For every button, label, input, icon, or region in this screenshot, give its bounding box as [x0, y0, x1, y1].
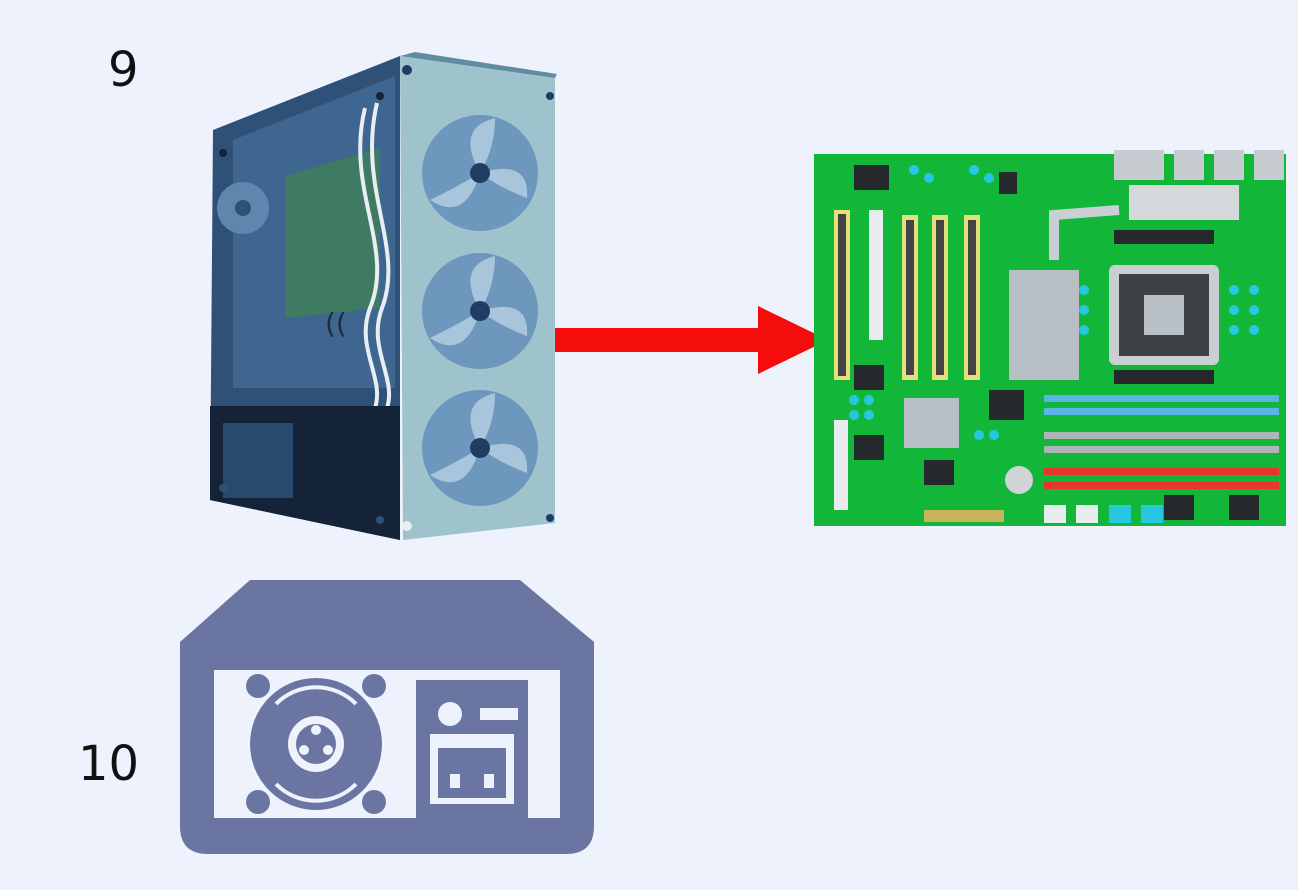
power-supply-icon — [180, 580, 594, 854]
svg-text:((: (( — [325, 307, 347, 340]
motherboard-illustration — [814, 150, 1286, 526]
step-number-9: 9 — [108, 42, 139, 98]
step-number-10: 10 — [78, 736, 140, 792]
pc-case-illustration: (( — [210, 52, 557, 540]
arrow-right-icon — [555, 306, 828, 374]
